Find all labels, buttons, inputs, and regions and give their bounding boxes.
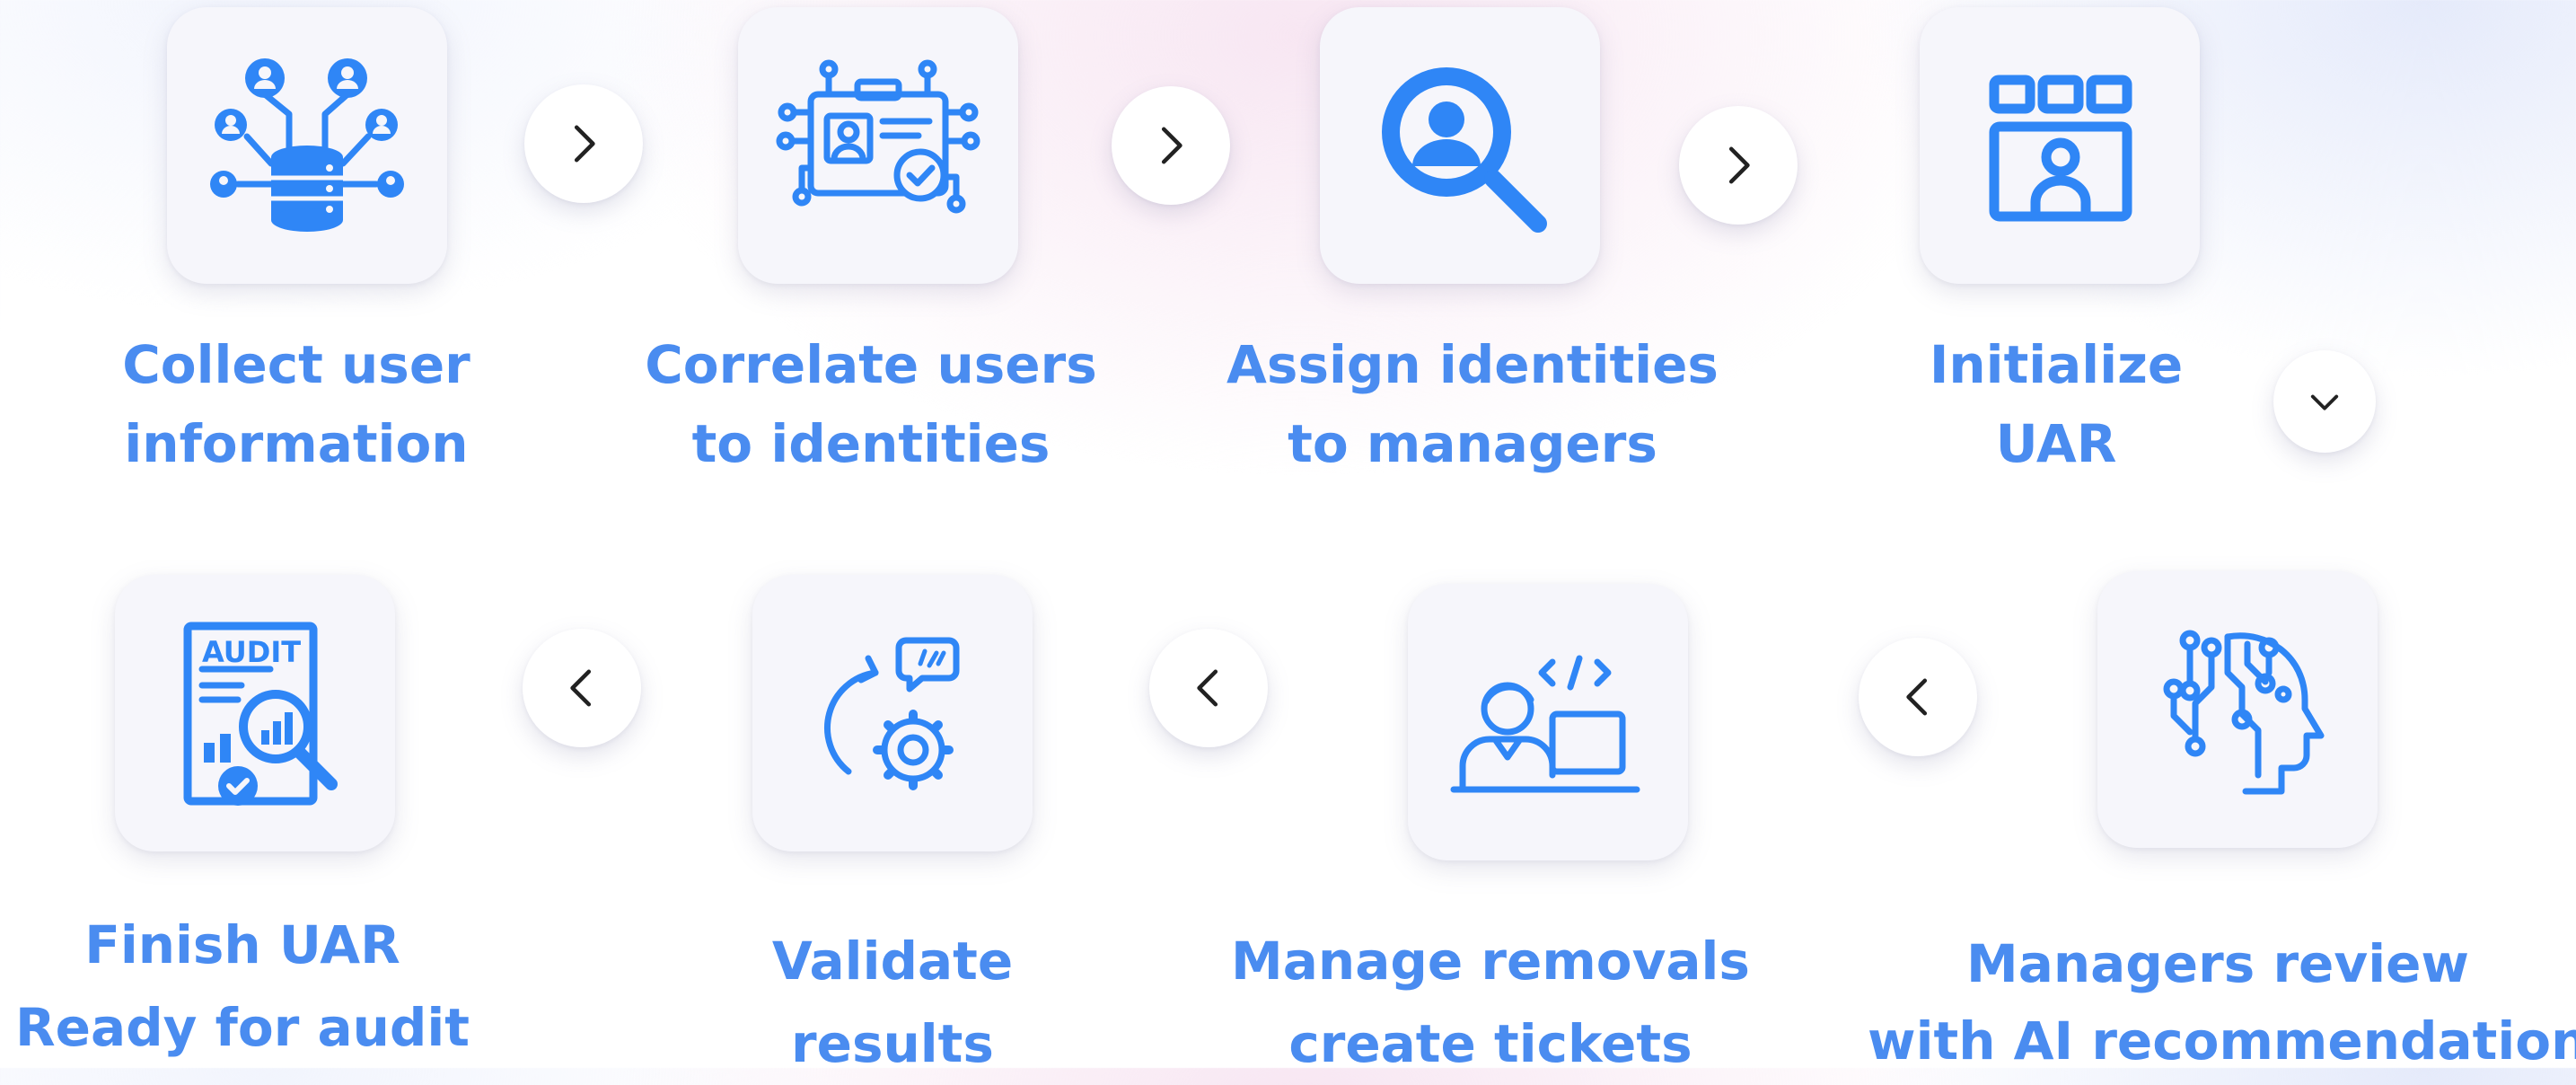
step-label-assign: Assign identities to managers — [1221, 325, 1724, 483]
audit-report-icon: AUDIT — [183, 622, 338, 806]
step-arrow-4 — [2273, 350, 2376, 453]
step-arrow-3 — [1679, 106, 1798, 225]
chevron-left-icon — [1197, 669, 1218, 707]
step-label-line2: to identities — [691, 413, 1051, 474]
step-label-line2: information — [124, 413, 469, 474]
step-tile-correlate-users — [738, 7, 1018, 284]
step-label-managers: Managers review with AI recommendations — [1868, 925, 2576, 1080]
step-label-line1: Correlate users — [645, 334, 1097, 395]
user-dashboard-icon — [1989, 75, 2132, 222]
step-label-correlate: Correlate users to identities — [637, 325, 1104, 483]
step-label-finish: Finish UAR Ready for audit — [0, 904, 485, 1069]
chevron-right-icon — [1161, 127, 1182, 164]
chevron-right-icon — [574, 125, 595, 163]
step-tile-manage-removals — [1408, 584, 1688, 860]
step-label-line1: Collect user — [122, 334, 470, 395]
step-label-initialize: Initialize UAR — [1877, 325, 2236, 483]
developer-laptop-icon — [1450, 655, 1640, 793]
step-arrow-1 — [524, 84, 643, 203]
ai-head-circuit-icon — [2163, 630, 2325, 795]
step-label-line2: Ready for audit — [14, 997, 470, 1058]
step-tile-initialize-uar — [1920, 7, 2200, 284]
step-label-line1: Manage removals — [1231, 931, 1750, 992]
step-label-line1: Finish UAR — [84, 914, 400, 975]
step-label-line2: to managers — [1288, 413, 1657, 474]
audit-badge-text: AUDIT — [202, 635, 301, 669]
step-label-line1: Managers review — [1965, 933, 2469, 994]
step-label-line2: with AI recommendations — [1868, 1010, 2576, 1072]
step-tile-validate-results — [752, 575, 1033, 851]
step-label-line1: Validate — [771, 931, 1014, 992]
chevron-left-icon — [570, 669, 592, 707]
chevron-left-icon — [1906, 678, 1928, 716]
step-tile-managers-review — [2097, 571, 2378, 848]
step-label-collect: Collect user information — [108, 325, 485, 483]
step-label-line2: UAR — [1995, 413, 2117, 474]
chevron-down-icon — [2310, 394, 2339, 410]
user-database-icon — [210, 58, 404, 232]
step-label-validate: Validate results — [713, 920, 1072, 1085]
refresh-gear-chat-icon — [824, 637, 960, 790]
step-arrow-2 — [1112, 86, 1230, 205]
step-tile-finish-uar: AUDIT — [115, 575, 395, 851]
step-label-line2: results — [791, 1013, 994, 1074]
step-arrow-5 — [1859, 638, 1977, 756]
step-label-manage: Manage removals create tickets — [1221, 920, 1760, 1085]
step-tile-collect-user-information — [167, 7, 447, 284]
step-label-line2: create tickets — [1288, 1013, 1692, 1074]
user-search-icon — [1382, 67, 1547, 233]
identity-card-circuit-icon — [776, 59, 980, 214]
chevron-right-icon — [1728, 146, 1750, 184]
step-arrow-7 — [523, 629, 641, 747]
step-tile-assign-identities — [1320, 7, 1600, 284]
step-label-line1: Assign identities — [1226, 334, 1719, 395]
step-label-line1: Initialize — [1929, 334, 2184, 395]
step-arrow-6 — [1149, 629, 1268, 747]
